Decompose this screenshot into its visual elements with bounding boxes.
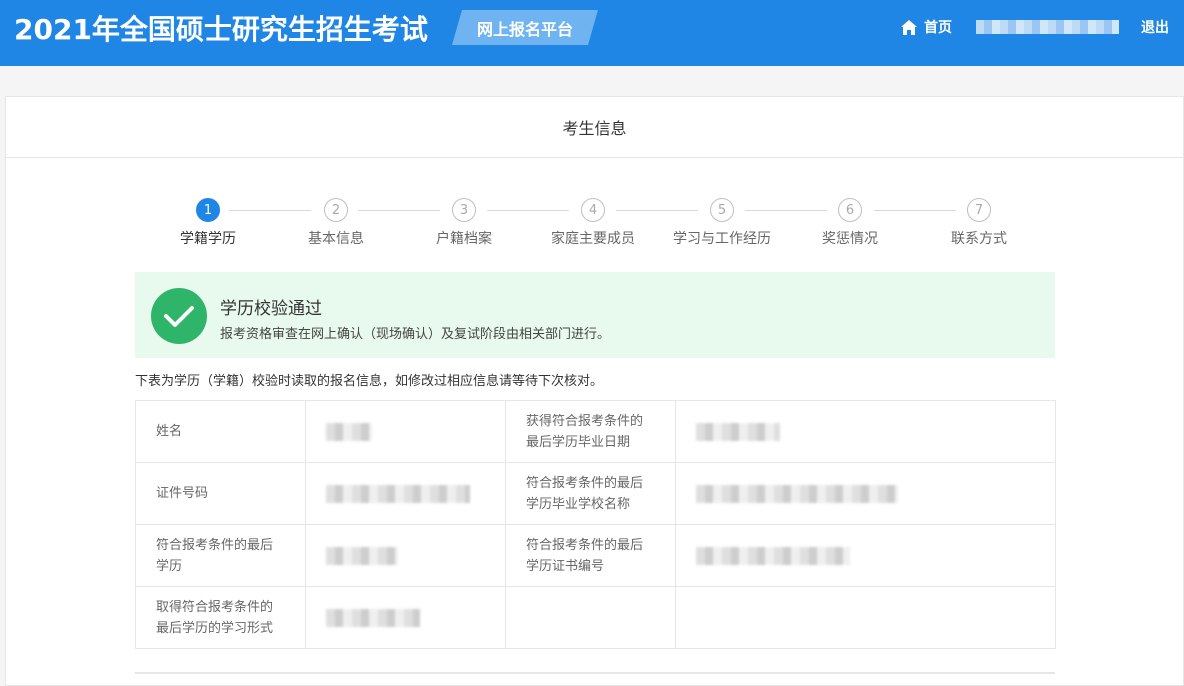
step-4-label[interactable]: 家庭主要成员	[533, 228, 653, 248]
step-connector	[745, 210, 827, 211]
step-2-circle[interactable]: 2	[324, 198, 348, 222]
field-value	[305, 400, 506, 463]
step-5-circle[interactable]: 5	[710, 198, 734, 222]
education-info-table: 姓名 获得符合报考条件的最后学历毕业日期 证件号码 符合报考条件的最后学历毕业学…	[135, 400, 1056, 649]
step-5-label[interactable]: 学习与工作经历	[662, 228, 782, 248]
field-label: 获得符合报考条件的最后学历毕业日期	[505, 400, 676, 463]
field-label: 符合报考条件的最后学历毕业学校名称	[505, 462, 676, 525]
step-6-label[interactable]: 奖惩情况	[790, 228, 910, 248]
step-3-circle[interactable]: 3	[452, 198, 476, 222]
step-1-label[interactable]: 学籍学历	[148, 228, 268, 248]
redacted-value	[696, 484, 898, 503]
redacted-value	[326, 546, 398, 565]
verification-success-box: 学历校验通过 报考资格审查在网上确认（现场确认）及复试阶段由相关部门进行。	[135, 272, 1055, 358]
step-progress: 1 2 3 4 5 6 7 学籍学历 基本信息 户籍档案 家庭主要成员 学习与工…	[0, 0, 1184, 250]
step-6-circle[interactable]: 6	[838, 198, 862, 222]
step-4-circle[interactable]: 4	[581, 198, 605, 222]
field-value	[305, 462, 506, 525]
field-value	[675, 462, 1056, 525]
check-circle-icon	[151, 288, 207, 344]
field-value	[675, 586, 1056, 649]
step-7-circle[interactable]: 7	[967, 198, 991, 222]
field-label	[505, 586, 676, 649]
step-7-label[interactable]: 联系方式	[919, 228, 1039, 248]
redacted-value	[326, 484, 470, 503]
table-note: 下表为学历（学籍）校验时读取的报名信息，如修改过相应信息请等待下次核对。	[135, 374, 604, 389]
field-label: 取得符合报考条件的最后学历的学习形式	[135, 586, 306, 649]
field-value	[675, 400, 1056, 463]
redacted-value	[696, 422, 780, 441]
field-label: 证件号码	[135, 462, 306, 525]
field-value	[305, 524, 506, 587]
step-connector	[229, 210, 311, 211]
table-row: 证件号码 符合报考条件的最后学历毕业学校名称	[135, 462, 1056, 525]
table-row: 取得符合报考条件的最后学历的学习形式	[135, 586, 1056, 649]
table-row: 姓名 获得符合报考条件的最后学历毕业日期	[135, 400, 1056, 463]
step-3-label[interactable]: 户籍档案	[404, 228, 524, 248]
step-connector	[874, 210, 956, 211]
step-connector	[616, 210, 698, 211]
field-value	[305, 586, 506, 649]
field-label: 符合报考条件的最后学历	[135, 524, 306, 587]
step-2-label[interactable]: 基本信息	[276, 228, 396, 248]
step-connector	[358, 210, 440, 211]
success-title: 学历校验通过	[220, 299, 322, 319]
step-connector	[487, 210, 569, 211]
step-1-circle[interactable]: 1	[196, 198, 220, 222]
success-description: 报考资格审查在网上确认（现场确认）及复试阶段由相关部门进行。	[220, 327, 611, 342]
table-row: 符合报考条件的最后学历 符合报考条件的最后学历证书编号	[135, 524, 1056, 587]
redacted-value	[326, 608, 420, 627]
divider	[135, 672, 1055, 674]
redacted-value	[326, 422, 372, 441]
field-value	[675, 524, 1056, 587]
redacted-value	[696, 546, 850, 565]
field-label: 姓名	[135, 400, 306, 463]
field-label: 符合报考条件的最后学历证书编号	[505, 524, 676, 587]
